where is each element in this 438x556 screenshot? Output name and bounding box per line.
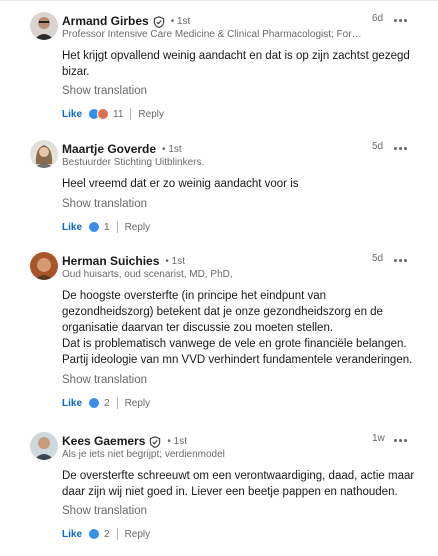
divider [130,108,132,120]
ellipsis-icon[interactable] [394,437,408,443]
reaction-count: 1 [104,221,110,233]
reaction-count: 2 [104,528,110,540]
comment-time: 5d [372,141,384,152]
like-reaction-icon [88,397,101,409]
divider [116,397,118,409]
commenter-name[interactable]: Kees Gaemers [62,434,145,448]
like-reaction-icon [88,221,101,233]
celebrate-reaction-icon [97,108,110,120]
comments-feed: Armand Girbes • 1st Professor Intensive … [0,0,438,556]
reactions-summary[interactable]: 11 [88,108,123,120]
comment-time: 6d [372,13,384,24]
comment-time: 5d [372,253,384,264]
like-button[interactable]: Like [62,398,82,409]
comment-paragraph: Heel vreemd dat er zo weinig aandacht vo… [62,178,299,190]
reply-button[interactable]: Reply [138,109,164,120]
comment-text: Het krijgt opvallend weinig aandacht en … [62,48,416,80]
divider [116,221,118,233]
show-translation-link[interactable]: Show translation [62,374,147,386]
commenter-headline: Als je iets niet begrijpt; verdienmodel [62,449,225,460]
comment-text: De hoogste oversterfte (in principe het … [62,288,416,368]
ellipsis-icon[interactable] [394,17,408,23]
commenter-name[interactable]: Herman Suichies [62,254,159,268]
connection-degree: • 1st [162,143,182,155]
show-translation-link[interactable]: Show translation [62,505,147,517]
commenter-headline: Oud huisarts, oud scenarist, MD, PhD, [62,269,233,280]
commenter-headline: Professor Intensive Care Medicine & Clin… [62,29,362,40]
comment-paragraph: De oversterfte schreeuwt om een verontwa… [62,470,415,498]
divider [116,528,118,540]
show-translation-link[interactable]: Show translation [62,85,147,97]
reaction-count: 2 [104,397,110,409]
reply-button[interactable]: Reply [125,398,151,409]
reactions-summary[interactable]: 1 [88,221,110,233]
verified-shield-icon [153,15,165,29]
comment-paragraph: Dat is problematisch vanwege de vele en … [62,338,407,350]
reply-button[interactable]: Reply [125,529,151,540]
like-button[interactable]: Like [62,529,82,540]
connection-degree: • 1st [170,15,191,27]
commenter-name[interactable]: Armand Girbes [62,14,149,28]
like-button[interactable]: Like [62,109,82,120]
verified-shield-icon [149,435,161,449]
comment-time: 1w [372,433,385,444]
comment-paragraph: De hoogste oversterfte (in principe het … [62,290,383,334]
commenter-headline: Bestuurder Stichting Uitblinkers. [62,157,205,168]
comment-paragraph: Partij ideologie van mn VVD verhindert f… [62,354,413,366]
reactions-summary[interactable]: 2 [88,528,110,540]
reaction-count: 11 [113,108,124,120]
comment-paragraph: Het krijgt opvallend weinig aandacht en … [62,50,410,78]
ellipsis-icon[interactable] [394,145,408,151]
reply-button[interactable]: Reply [125,222,151,233]
ellipsis-icon[interactable] [394,257,408,263]
show-translation-link[interactable]: Show translation [62,198,147,210]
connection-degree: • 1st [167,435,188,447]
commenter-name[interactable]: Maartje Goverde [62,142,156,156]
connection-degree: • 1st [165,255,185,267]
like-reaction-icon [88,528,101,540]
divider [0,0,438,1]
like-button[interactable]: Like [62,222,82,233]
comment-text: De oversterfte schreeuwt om een verontwa… [62,468,416,500]
comment-text: Heel vreemd dat er zo weinig aandacht vo… [62,176,416,192]
reactions-summary[interactable]: 2 [88,397,110,409]
